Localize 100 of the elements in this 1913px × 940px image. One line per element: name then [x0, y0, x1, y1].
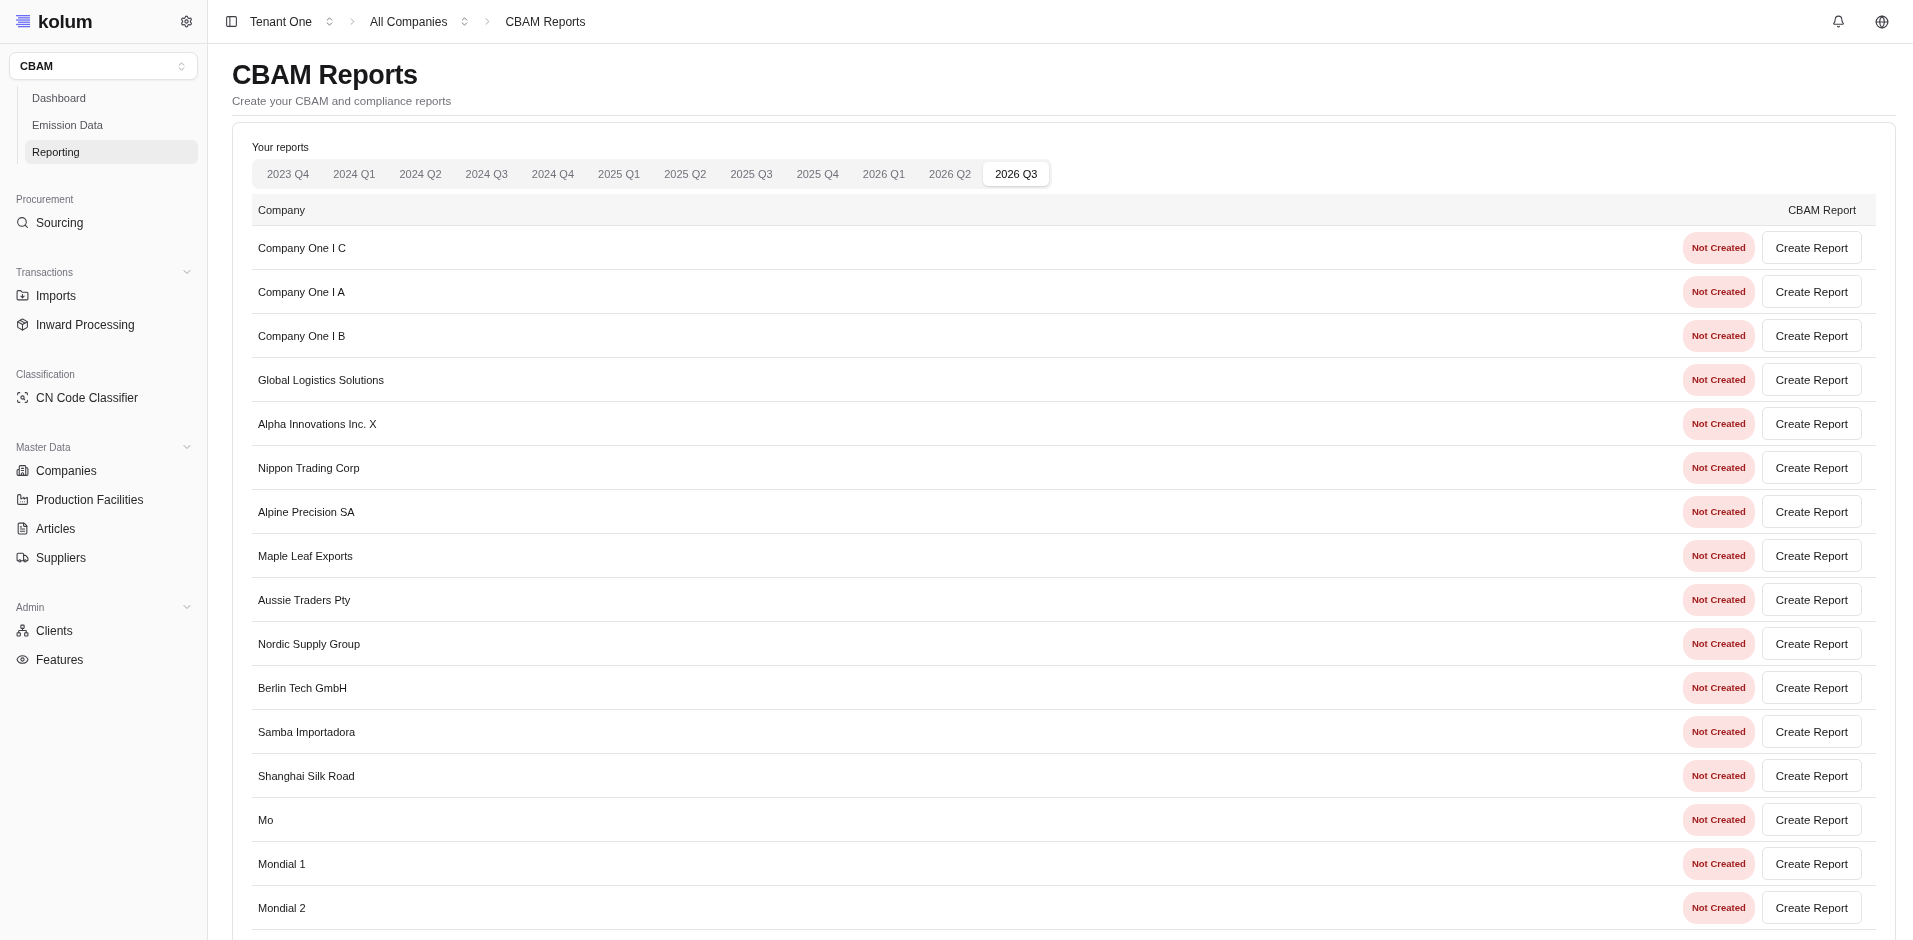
status-badge: Not Created [1682, 495, 1755, 528]
create-report-button[interactable]: Create Report [1761, 847, 1862, 880]
quarter-tab[interactable]: 2024 Q2 [387, 162, 454, 186]
globe-icon[interactable] [1875, 14, 1889, 29]
status-badge: Not Created [1682, 539, 1755, 572]
create-report-button[interactable]: Create Report [1761, 539, 1862, 572]
quarter-tab[interactable]: 2026 Q2 [917, 162, 984, 186]
breadcrumb-link[interactable]: All Companies [370, 14, 448, 29]
company-cell: Nippon Trading Corp [258, 461, 360, 474]
status-badge: Not Created [1682, 275, 1755, 308]
brand-name: kolum [38, 10, 93, 33]
company-cell: Nordic Supply Group [258, 637, 361, 650]
create-report-button[interactable]: Create Report [1761, 451, 1862, 484]
column-header: Company [258, 203, 306, 216]
nav-link[interactable]: Clients [36, 623, 73, 638]
breadcrumb-link[interactable]: CBAM Reports [505, 14, 586, 29]
bell-icon[interactable] [1832, 15, 1845, 28]
quarter-tab[interactable]: 2024 Q3 [453, 162, 520, 186]
nav-icon [16, 391, 29, 404]
nav-icon [16, 318, 29, 331]
company-cell: Company One I A [258, 285, 345, 298]
nav-link[interactable]: Production Facilities [36, 492, 144, 507]
nav-link[interactable]: Suppliers [36, 550, 87, 565]
create-report-button[interactable]: Create Report [1761, 627, 1862, 660]
company-cell: Company One I C [258, 241, 347, 254]
sidebar-item[interactable]: Emission Data [25, 113, 198, 137]
company-cell: Aussie Traders Pty [258, 593, 351, 606]
create-report-button[interactable]: Create Report [1761, 407, 1862, 440]
status-badge: Not Created [1682, 451, 1755, 484]
section-label: Your reports [252, 141, 310, 153]
sidebar-toggle-icon[interactable] [225, 15, 238, 28]
breadcrumb-link[interactable]: Tenant One [250, 14, 313, 29]
status-badge: Not Created [1682, 759, 1755, 792]
quarter-tab[interactable]: 2023 Q4 [255, 162, 322, 186]
nav-link[interactable]: Imports [36, 288, 76, 303]
company-cell: Samba Importadora [258, 725, 356, 738]
quarter-tab[interactable]: 2026 Q3 [983, 162, 1050, 186]
page-subtitle: Create your CBAM and compliance reports [232, 95, 453, 107]
create-report-button[interactable]: Create Report [1761, 319, 1862, 352]
create-report-button[interactable]: Create Report [1761, 275, 1862, 308]
company-cell: Maple Leaf Exports [258, 549, 353, 562]
sidebar-item[interactable]: Reporting [25, 140, 198, 164]
status-badge: Not Created [1682, 671, 1755, 704]
company-cell: Mo [258, 813, 274, 826]
company-cell: Alpha Innovations Inc. X [258, 417, 377, 430]
sidebar-item[interactable]: Dashboard [25, 86, 198, 110]
nav-icon [16, 493, 29, 506]
nav-icon [16, 653, 29, 666]
section-title: Transactions [16, 266, 73, 278]
settings-icon[interactable] [180, 15, 193, 28]
status-badge: Not Created [1682, 891, 1755, 924]
company-cell: Company One I B [258, 329, 346, 342]
status-badge: Not Created [1682, 319, 1755, 352]
nav-icon [16, 551, 29, 564]
company-cell: Mondial 2 [258, 901, 306, 914]
status-badge: Not Created [1682, 715, 1755, 748]
company-cell: Mondial 1 [258, 857, 306, 870]
section-title: Admin [16, 601, 45, 613]
nav-link[interactable]: Features [36, 652, 84, 667]
nav-link[interactable]: Articles [36, 521, 76, 536]
quarter-tab[interactable]: 2024 Q4 [519, 162, 586, 186]
quarter-tab[interactable]: 2025 Q1 [586, 162, 653, 186]
create-report-button[interactable]: Create Report [1761, 803, 1862, 836]
nav-icon [16, 624, 29, 637]
switcher-icon [176, 60, 187, 72]
quarter-tab[interactable]: 2025 Q3 [718, 162, 785, 186]
section-title: Procurement [16, 193, 74, 205]
company-cell: Global Logistics Solutions [258, 373, 384, 386]
create-report-button[interactable]: Create Report [1761, 495, 1862, 528]
nav-link[interactable]: Sourcing [36, 215, 84, 230]
create-report-button[interactable]: Create Report [1761, 759, 1862, 792]
nav-icon [16, 216, 29, 229]
nav-icon [16, 464, 29, 477]
nav-link[interactable]: Companies [36, 463, 97, 478]
nav-icon [16, 522, 29, 535]
create-report-button[interactable]: Create Report [1761, 715, 1862, 748]
module-select[interactable]: CBAM [9, 52, 198, 80]
company-cell: Alpine Precision SA [258, 505, 355, 518]
company-cell: Berlin Tech GmbH [258, 681, 348, 694]
status-badge: Not Created [1682, 847, 1755, 880]
status-badge: Not Created [1682, 583, 1755, 616]
create-report-button[interactable]: Create Report [1761, 891, 1862, 924]
company-cell: Shanghai Silk Road [258, 769, 355, 782]
create-report-button[interactable]: Create Report [1761, 363, 1862, 396]
page-title: CBAM Reports [232, 60, 419, 91]
create-report-button[interactable]: Create Report [1761, 231, 1862, 264]
create-report-button[interactable]: Create Report [1761, 583, 1862, 616]
status-badge: Not Created [1682, 363, 1755, 396]
quarter-tab[interactable]: 2024 Q1 [321, 162, 388, 186]
status-badge: Not Created [1682, 231, 1755, 264]
quarter-tab[interactable]: 2025 Q4 [784, 162, 851, 186]
status-badge: Not Created [1682, 803, 1755, 836]
section-title: Master Data [16, 441, 71, 453]
quarter-tab[interactable]: 2026 Q1 [850, 162, 918, 186]
create-report-button[interactable]: Create Report [1761, 671, 1862, 704]
quarter-tab[interactable]: 2025 Q2 [652, 162, 719, 186]
status-badge: Not Created [1682, 627, 1755, 660]
column-header: CBAM Report [1788, 203, 1856, 216]
nav-link[interactable]: CN Code Classifier [36, 390, 139, 405]
nav-link[interactable]: Inward Processing [36, 317, 135, 332]
